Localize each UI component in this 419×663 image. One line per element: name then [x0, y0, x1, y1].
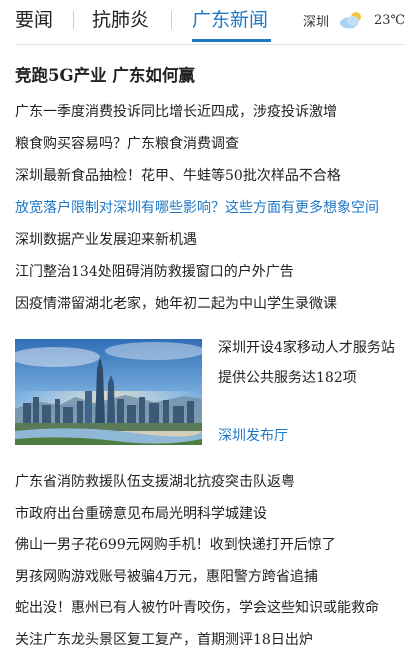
- feature-title[interactable]: 深圳开设4家移动人才服务站 提供公共服务达182项: [218, 333, 408, 393]
- weather-widget[interactable]: 深圳 23℃: [303, 10, 405, 30]
- news-item[interactable]: 广东一季度消费投诉同比增长近四成，涉疫投诉激增: [15, 96, 410, 128]
- news-item[interactable]: 市政府出台重磅意见布局光明科学城建设: [15, 499, 410, 531]
- tab-yaowen[interactable]: 要闻: [15, 6, 53, 34]
- news-item[interactable]: 蛇出没！惠州已有人被竹叶青咬伤，学会这些知识或能救命: [15, 593, 410, 625]
- news-item-highlighted[interactable]: 放宽落户限制对深圳有哪些影响？这些方面有更多想象空间: [15, 192, 410, 224]
- news-item[interactable]: 广东省消防救援队伍支援湖北抗疫突击队返粤: [15, 467, 410, 499]
- header-divider: [15, 44, 405, 45]
- news-item[interactable]: 深圳最新食品抽检！花甲、牛蛙等50批次样品不合格: [15, 160, 410, 192]
- tab-guangdong-news[interactable]: 广东新闻: [192, 6, 268, 34]
- news-item[interactable]: 粮食购买容易吗？广东粮食消费调查: [15, 128, 410, 160]
- tab-separator: [171, 11, 172, 29]
- news-item[interactable]: 男孩网购游戏账号被骗4万元，惠阳警方跨省追捕: [15, 562, 410, 594]
- news-item[interactable]: 关注广东龙头景区复工复产，首期测评18日出炉: [15, 625, 410, 657]
- shenzhen-skyline-photo[interactable]: [15, 339, 202, 445]
- partly-sunny-icon: [340, 12, 362, 29]
- news-item[interactable]: 佛山一男子花699元网购手机！收到快递打开后惊了: [15, 530, 410, 562]
- news-item[interactable]: 因疫情滞留湖北老家，她年初二起为中山学生录微课: [15, 288, 410, 320]
- channel-tabs: 要闻 抗肺炎 广东新闻 深圳 23℃: [0, 0, 419, 44]
- weather-city: 深圳: [303, 14, 330, 30]
- tab-kangfeiyan[interactable]: 抗肺炎: [92, 6, 149, 34]
- feature-title-line: 深圳开设4家移动人才服务站: [218, 340, 395, 356]
- news-item[interactable]: 深圳数据产业发展迎来新机遇: [15, 224, 410, 256]
- headline-title[interactable]: 竞跑5G产业 广东如何赢: [15, 62, 195, 86]
- weather-temperature: 23℃: [374, 12, 406, 28]
- news-item[interactable]: 江门整治134处阻碍消防救援窗口的户外广告: [15, 256, 410, 288]
- feature-source-link[interactable]: 深圳发布厅: [218, 425, 288, 445]
- feature-title-line: 提供公共服务达182项: [218, 370, 357, 386]
- news-list-top: 广东一季度消费投诉同比增长近四成，涉疫投诉激增 粮食购买容易吗？广东粮食消费调查…: [15, 96, 410, 320]
- news-list-bottom: 广东省消防救援队伍支援湖北抗疫突击队返粤 市政府出台重磅意见布局光明科学城建设 …: [15, 467, 410, 656]
- tab-separator: [73, 11, 74, 29]
- active-tab-indicator: [192, 39, 271, 42]
